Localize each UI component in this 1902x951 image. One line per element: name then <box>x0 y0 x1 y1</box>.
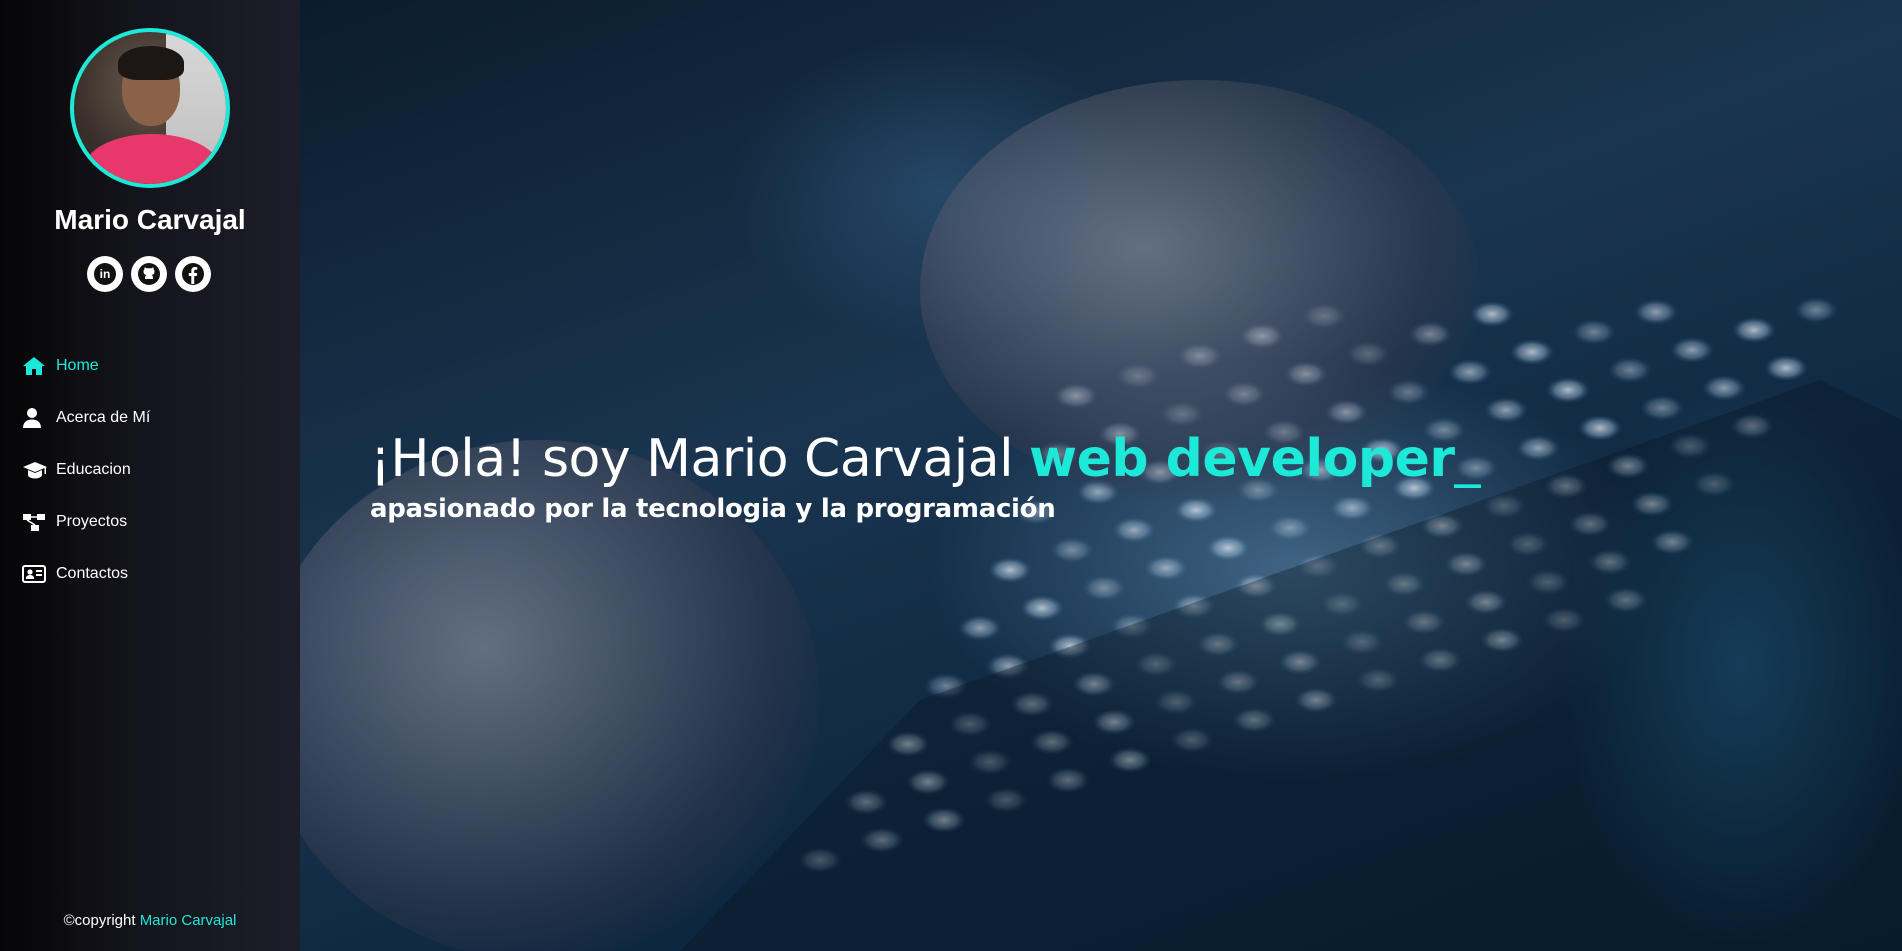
id-card-icon <box>22 563 48 585</box>
typing-cursor: _ <box>1454 429 1481 489</box>
hero-subtitle: apasionado por la tecnologia y la progra… <box>370 494 1056 524</box>
nav-item-about[interactable]: Acerca de Mí <box>22 392 150 444</box>
social-links: in <box>87 256 211 292</box>
nav-item-label: Proyectos <box>56 513 128 530</box>
nav-item-label: Educacion <box>56 461 131 478</box>
nav-item-home[interactable]: Home <box>22 340 150 392</box>
copyright-prefix: ©copyright <box>63 912 140 929</box>
nav-item-label: Home <box>56 357 99 374</box>
main-nav: Home Acerca de Mí Educacion Proyectos Co… <box>22 340 150 600</box>
facebook-link[interactable] <box>175 256 211 292</box>
sidebar: Mario Carvajal in Home Acerca de Mí Educ… <box>0 0 300 951</box>
linkedin-icon: in <box>94 263 116 285</box>
nav-item-contacts[interactable]: Contactos <box>22 548 150 600</box>
nav-item-education[interactable]: Educacion <box>22 444 150 496</box>
linkedin-link[interactable]: in <box>87 256 123 292</box>
nav-item-projects[interactable]: Proyectos <box>22 496 150 548</box>
home-icon <box>22 355 48 377</box>
sitemap-icon <box>22 511 48 533</box>
nav-item-label: Acerca de Mí <box>56 409 151 426</box>
hero-greeting: ¡Hola! soy Mario Carvajal <box>370 429 1030 489</box>
profile-name: Mario Carvajal <box>54 204 246 235</box>
copyright-footer: ©copyright Mario Carvajal <box>0 912 300 929</box>
user-icon <box>22 407 48 429</box>
nav-item-label: Contactos <box>56 565 129 582</box>
hero-role: web developer <box>1029 429 1455 489</box>
graduation-cap-icon <box>22 459 48 481</box>
hero-text: ¡Hola! soy Mario Carvajal web developer_… <box>370 428 1481 524</box>
github-link[interactable] <box>131 256 167 292</box>
hero-title: ¡Hola! soy Mario Carvajal web developer_ <box>370 428 1481 490</box>
facebook-icon <box>182 263 204 285</box>
profile-avatar <box>70 28 230 188</box>
hero-section: ¡Hola! soy Mario Carvajal web developer_… <box>300 0 1902 951</box>
copyright-brand-link[interactable]: Mario Carvajal <box>140 912 237 929</box>
github-icon <box>138 263 160 285</box>
